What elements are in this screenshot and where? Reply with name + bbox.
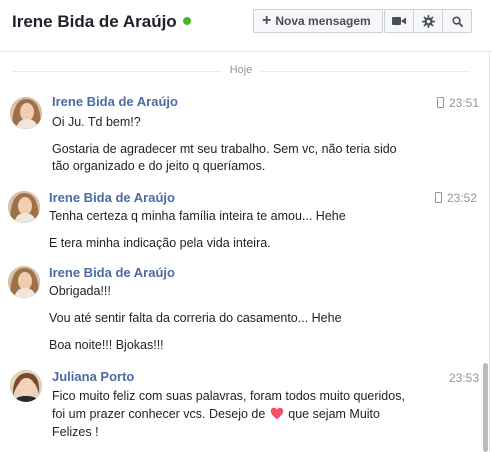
online-status-indicator xyxy=(182,17,191,25)
message-text: Felizes ! xyxy=(52,425,99,439)
message-timestamp: 23:53 xyxy=(449,371,480,385)
search-button[interactable] xyxy=(442,9,472,33)
video-call-button[interactable] xyxy=(384,9,414,33)
message-sender[interactable]: Irene Bida de Araújo xyxy=(49,190,175,205)
avatar-image xyxy=(10,97,42,129)
message-text: Tenha certeza q minha família inteira te… xyxy=(49,209,346,223)
message-text: Vou até sentir falta da correria do casa… xyxy=(49,311,342,325)
plus-icon: + xyxy=(262,12,272,29)
message-list[interactable]: Hoje Irene Bida de Araújo 23:51 Oi Ju. T… xyxy=(0,53,492,452)
avatar-image xyxy=(10,370,42,402)
message-text: Fico muito feliz com suas palavras, fora… xyxy=(52,389,405,403)
gear-icon xyxy=(421,14,435,28)
mobile-phone-icon xyxy=(435,192,442,203)
date-separator-label: Hoje xyxy=(221,64,261,76)
settings-button[interactable] xyxy=(413,9,443,33)
avatar[interactable] xyxy=(8,191,40,223)
message-text-line: foi um prazer conhecer vcs. Desejo de qu… xyxy=(52,405,380,423)
new-message-button[interactable]: + Nova mensagem xyxy=(253,9,383,33)
message-text: Obrigada!!! xyxy=(49,284,111,298)
new-message-label: Nova mensagem xyxy=(275,14,371,28)
avatar[interactable] xyxy=(10,370,42,402)
message-text: Gostaria de agradecer mt seu trabalho. S… xyxy=(52,142,397,156)
video-icon xyxy=(392,17,406,25)
message-timestamp: 23:51 xyxy=(449,96,480,110)
date-separator: Hoje xyxy=(12,64,470,78)
chat-title[interactable]: Irene Bida de Araújo xyxy=(12,12,191,32)
message-sender[interactable]: Juliana Porto xyxy=(52,369,134,384)
message-timestamp: 23:52 xyxy=(447,191,478,205)
mobile-phone-icon xyxy=(437,97,444,108)
message-text: que sejam Muito xyxy=(288,407,380,421)
avatar[interactable] xyxy=(10,97,42,129)
message-sender[interactable]: Irene Bida de Araújo xyxy=(52,94,178,109)
avatar[interactable] xyxy=(8,266,40,298)
avatar-image xyxy=(8,191,40,223)
message-text: E tera minha indicação pela vida inteira… xyxy=(49,236,271,250)
avatar-image xyxy=(8,266,40,298)
contact-name[interactable]: Irene Bida de Araújo xyxy=(12,12,177,31)
message-text: tão organizado e do jeito q queríamos. xyxy=(52,159,266,173)
message-text: foi um prazer conhecer vcs. Desejo de xyxy=(52,407,266,421)
search-icon xyxy=(451,15,463,27)
heart-emoji-icon xyxy=(270,407,283,420)
message-text: Oi Ju. Td bem!? xyxy=(52,115,141,129)
chat-header: Irene Bida de Araújo + Nova mensagem xyxy=(0,0,492,52)
scrollbar-thumb[interactable] xyxy=(483,363,488,452)
message-text: Boa noite!!! Bjokas!!! xyxy=(49,338,164,352)
message-sender[interactable]: Irene Bida de Araújo xyxy=(49,265,175,280)
